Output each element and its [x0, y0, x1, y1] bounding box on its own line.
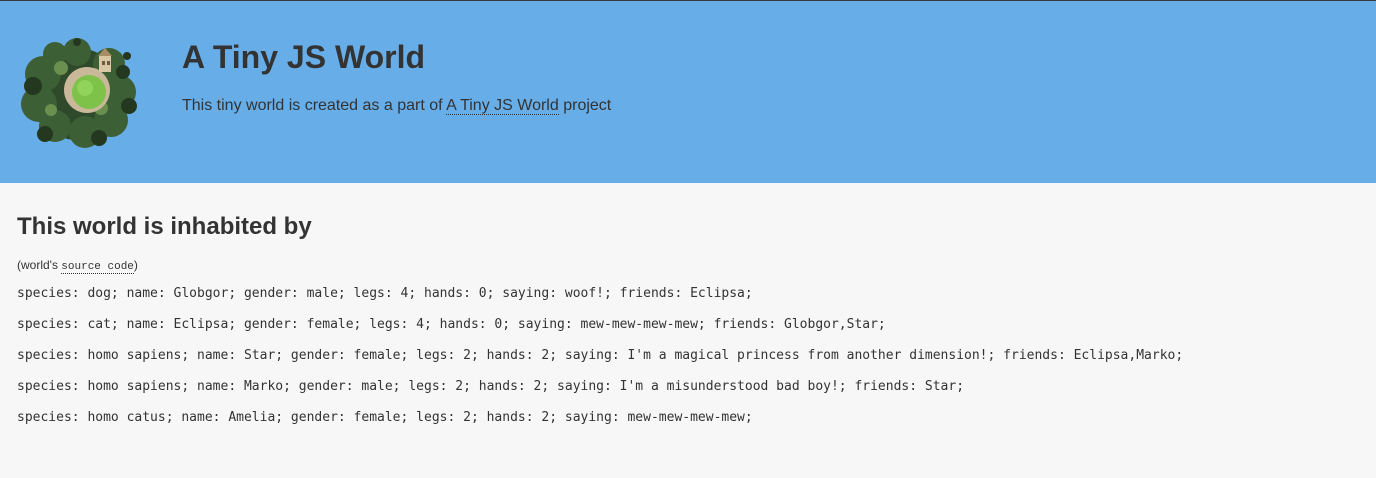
page-title: A Tiny JS World	[182, 39, 425, 75]
source-code-link[interactable]: source code	[61, 261, 134, 274]
tiny-planet-icon	[21, 38, 137, 148]
inhabitant-star: species: homo sapiens; name: Star; gende…	[17, 348, 1184, 363]
subtitle-prefix: This tiny world is created as a part of	[182, 97, 447, 114]
inhabitant-marko: species: homo sapiens; name: Marko; gend…	[17, 379, 965, 394]
inhabitant-amelia: species: homo catus; name: Amelia; gende…	[17, 410, 753, 425]
world-content: This world is inhabited by (world's sour…	[0, 183, 1376, 478]
section-heading: This world is inhabited by	[17, 213, 312, 240]
page-header: A Tiny JS World This tiny world is creat…	[0, 1, 1376, 183]
project-link[interactable]: A Tiny JS World	[446, 97, 559, 115]
header-subtitle: This tiny world is created as a part of …	[182, 96, 611, 116]
inhabitant-dog: species: dog; name: Globgor; gender: mal…	[17, 286, 753, 301]
source-prefix: (world's	[17, 258, 62, 272]
source-code-note: (world's source code)	[17, 258, 138, 274]
source-suffix: )	[133, 258, 138, 272]
inhabitant-cat: species: cat; name: Eclipsa; gender: fem…	[17, 317, 886, 332]
subtitle-suffix: project	[558, 97, 612, 114]
inhabitants-list: species: dog; name: Globgor; gender: mal…	[17, 285, 1183, 440]
